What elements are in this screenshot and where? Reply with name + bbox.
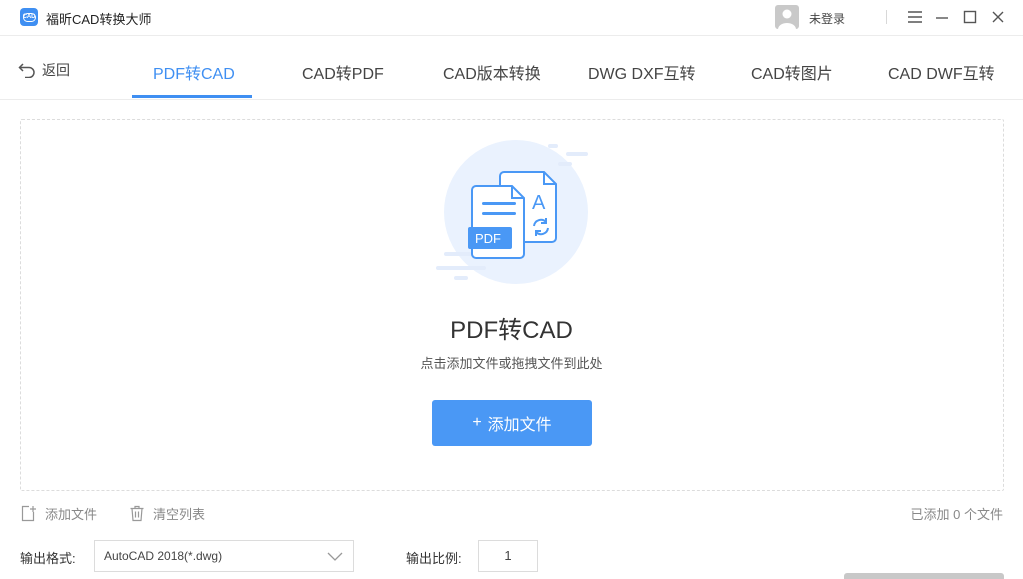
clear-list-label: 清空列表 [153, 507, 206, 522]
toolbar-add-file-label: 添加文件 [45, 507, 98, 522]
tab-pdf-to-cad[interactable]: PDF转CAD [153, 60, 235, 84]
menu-icon[interactable] [906, 8, 924, 26]
tab-cad-to-pdf[interactable]: CAD转PDF [302, 60, 384, 84]
output-scale-label: 输出比例: [406, 551, 462, 566]
back-button[interactable]: 返回 [18, 60, 70, 80]
minimize-icon[interactable] [933, 8, 951, 26]
tab-dwg-dxf-convert[interactable]: DWG DXF互转 [588, 60, 696, 84]
svg-text:A: A [532, 192, 546, 214]
app-logo-icon: CAD [20, 8, 38, 26]
back-label: 返回 [42, 62, 70, 78]
back-arrow-icon [18, 63, 35, 78]
output-format-value: AutoCAD 2018(*.dwg) [104, 549, 223, 563]
login-link[interactable]: 未登录 [809, 10, 845, 27]
file-count: 已添加 0 个文件 [910, 507, 1003, 522]
trash-icon [130, 505, 144, 522]
user-avatar-icon[interactable] [775, 5, 799, 29]
maximize-icon[interactable] [961, 8, 979, 26]
app-title: 福昕CAD转换大师 [46, 12, 152, 27]
clear-list-button[interactable]: 清空列表 [129, 504, 205, 523]
tab-cad-version-convert[interactable]: CAD版本转换 [443, 60, 541, 84]
close-icon[interactable] [989, 8, 1007, 26]
start-convert-button[interactable] [844, 573, 1004, 579]
drop-zone-hint: 点击添加文件或拖拽文件到此处 [420, 356, 603, 371]
plus-icon: + [472, 414, 482, 431]
output-format-select[interactable]: AutoCAD 2018(*.dwg) [94, 540, 354, 572]
tab-cad-to-image[interactable]: CAD转图片 [751, 60, 833, 84]
conversion-tabs: 返回 PDF转CAD CAD转PDF CAD版本转换 DWG DXF互转 CAD… [0, 40, 1023, 100]
svg-text:PDF: PDF [475, 231, 501, 246]
active-tab-indicator [132, 95, 252, 98]
title-bar-divider [886, 10, 887, 24]
tab-cad-dwf-convert[interactable]: CAD DWF互转 [888, 60, 995, 84]
title-bar: CAD 福昕CAD转换大师 未登录 [0, 0, 1023, 36]
output-format-label: 输出格式: [20, 551, 76, 566]
toolbar-add-file-button[interactable]: 添加文件 [20, 504, 97, 523]
chevron-down-icon [327, 552, 343, 561]
output-scale-input[interactable]: 1 [478, 540, 538, 572]
add-file-icon [21, 505, 36, 522]
add-file-button[interactable]: + 添加文件 [432, 400, 592, 446]
drop-zone-title: PDF转CAD [450, 317, 573, 344]
pdf-to-cad-illustration-icon: A PDF [436, 140, 588, 284]
add-file-label: 添加文件 [487, 417, 552, 434]
